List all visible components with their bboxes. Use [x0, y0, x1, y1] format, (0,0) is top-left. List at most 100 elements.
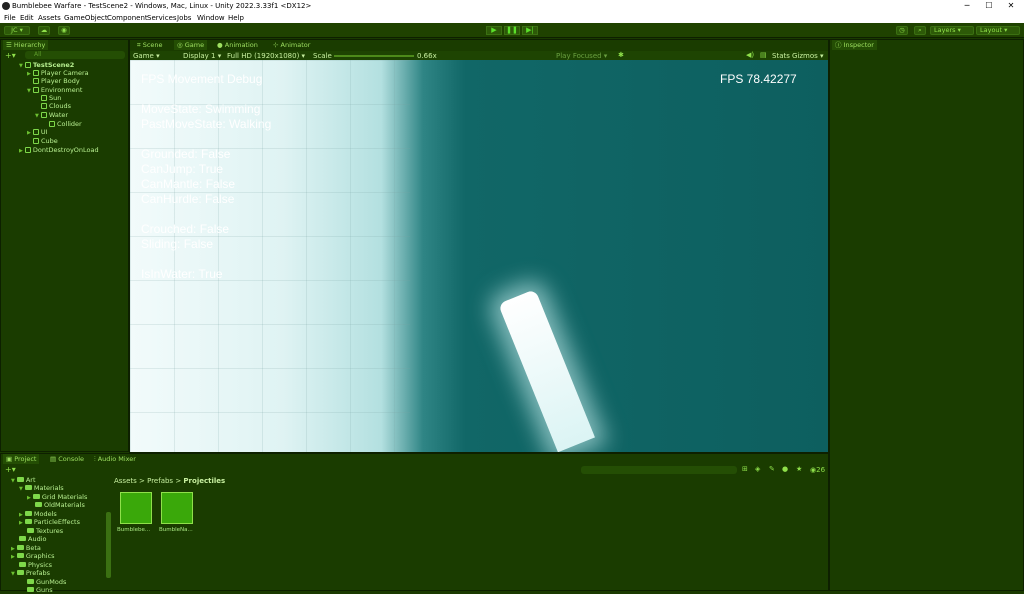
- folder-item[interactable]: ▼ Materials: [19, 484, 64, 492]
- prefab-asset[interactable]: [161, 492, 193, 524]
- audio-icon[interactable]: ◀): [746, 51, 754, 59]
- unity-logo-icon: [2, 2, 10, 10]
- cube-icon: [32, 129, 39, 135]
- game-view[interactable]: FPS Movement Debug FPS 78.42277 MoveStat…: [130, 60, 828, 452]
- prefab-asset[interactable]: [120, 492, 152, 524]
- folder-icon: [24, 485, 32, 490]
- hierarchy-item[interactable]: ▶ Player Camera: [27, 69, 89, 77]
- folder-icon: [32, 494, 40, 499]
- folder-item[interactable]: ▶ Grid Materials: [27, 493, 87, 501]
- game-mode-dropdown[interactable]: Game ▾: [133, 52, 160, 60]
- search-icon[interactable]: ⌕: [914, 26, 926, 35]
- hierarchy-item[interactable]: Sun: [41, 94, 61, 102]
- main-toolbar: JC ▾ ☁ ◉ ▶ ❚❚ ▶| ◷ ⌕ Layers ▾ Layout ▾: [0, 23, 1024, 38]
- play-button[interactable]: ▶: [486, 26, 502, 35]
- folder-icon: [16, 477, 24, 482]
- hierarchy-search[interactable]: All: [25, 51, 125, 59]
- scale-slider[interactable]: [334, 55, 414, 57]
- stats-button[interactable]: Stats: [772, 52, 790, 60]
- menu-file[interactable]: File: [4, 14, 16, 22]
- tab-animator[interactable]: ⊹ Animator: [270, 40, 313, 50]
- folder-item[interactable]: ▶ ParticleEffects: [19, 518, 80, 526]
- debug-header: FPS Movement Debug: [141, 72, 263, 86]
- tab-audio-mixer[interactable]: ⫶ Audio Mixer: [91, 454, 139, 464]
- pause-button[interactable]: ❚❚: [504, 26, 520, 35]
- menu-jobs[interactable]: Jobs: [177, 14, 191, 22]
- hierarchy-item[interactable]: Player Body: [33, 77, 80, 85]
- folder-item[interactable]: ▶ Graphics: [11, 552, 55, 560]
- tab-hierarchy[interactable]: ☰ Hierarchy: [3, 40, 49, 50]
- hierarchy-item[interactable]: ▼ Water: [35, 111, 68, 119]
- fps-counter: FPS 78.42277: [720, 72, 797, 86]
- menu-bar: File Edit Assets GameObject Component Se…: [0, 12, 1024, 23]
- tab-game[interactable]: ◎ Game: [174, 40, 208, 50]
- breadcrumb-projectiles[interactable]: Projectiles: [183, 477, 225, 485]
- filter-icon[interactable]: ⊞: [742, 465, 748, 473]
- close-button[interactable]: ✕: [1000, 0, 1022, 12]
- step-button[interactable]: ▶|: [522, 26, 538, 35]
- menu-assets[interactable]: Assets: [38, 14, 61, 22]
- folder-item[interactable]: ▼ Prefabs: [11, 569, 50, 577]
- resolution-dropdown[interactable]: Full HD (1920x1080) ▾: [227, 52, 305, 60]
- bug-icon[interactable]: ✱: [618, 51, 624, 59]
- minimize-button[interactable]: ─: [956, 0, 978, 12]
- tab-animation[interactable]: ● Animation: [214, 40, 261, 50]
- folder-item[interactable]: ▶ Beta: [11, 544, 41, 552]
- scale-label: Scale: [313, 52, 332, 60]
- menu-services[interactable]: Services: [147, 14, 177, 22]
- star-icon[interactable]: ★: [796, 465, 802, 473]
- account-dropdown[interactable]: JC ▾: [4, 26, 30, 35]
- folder-item[interactable]: ▼ Art: [11, 476, 36, 484]
- folder-item[interactable]: ▶ Models: [19, 510, 57, 518]
- menu-component[interactable]: Component: [107, 14, 148, 22]
- tree-scrollbar[interactable]: [106, 512, 111, 578]
- collab-icon[interactable]: ◉: [58, 26, 70, 35]
- folder-item[interactable]: Guns: [27, 586, 53, 594]
- menu-window[interactable]: Window: [197, 14, 225, 22]
- folder-icon: [27, 579, 34, 584]
- tab-project[interactable]: ▣ Project: [3, 454, 40, 464]
- menu-help[interactable]: Help: [228, 14, 244, 22]
- add-icon[interactable]: +▾: [5, 51, 16, 60]
- debug-line: Sliding: False: [141, 237, 214, 251]
- hierarchy-item[interactable]: Cube: [33, 137, 58, 145]
- folder-item[interactable]: Audio: [19, 535, 46, 543]
- cube-icon: [41, 103, 47, 109]
- hierarchy-item[interactable]: ▼ Environment: [27, 86, 82, 94]
- project-search[interactable]: [581, 466, 737, 474]
- tab-scene[interactable]: ⌗ Scene: [134, 40, 166, 50]
- layers-dropdown[interactable]: Layers ▾: [930, 26, 974, 35]
- maximize-button[interactable]: ☐: [978, 0, 1000, 12]
- display-dropdown[interactable]: Display 1 ▾: [183, 52, 221, 60]
- unity-scene-icon: [24, 147, 31, 153]
- breadcrumb-assets[interactable]: Assets: [114, 477, 137, 485]
- gizmos-dropdown[interactable]: Gizmos ▾: [792, 52, 824, 60]
- folder-icon: [19, 562, 26, 567]
- scene-item[interactable]: ▶ DontDestroyOnLoad: [19, 146, 99, 154]
- hierarchy-item[interactable]: ▶ UI: [27, 128, 48, 136]
- hierarchy-item[interactable]: Collider: [49, 120, 82, 128]
- scale-value: 0.66x: [417, 52, 437, 60]
- layout-dropdown[interactable]: Layout ▾: [976, 26, 1020, 35]
- favorite-icon[interactable]: ✎: [769, 465, 775, 473]
- folder-icon: [27, 528, 34, 533]
- folder-item[interactable]: Textures: [27, 527, 63, 535]
- folder-item[interactable]: OldMaterials: [35, 501, 85, 509]
- create-icon[interactable]: +▾: [5, 465, 16, 474]
- debug-line: PastMoveState: Walking: [141, 117, 272, 131]
- tab-inspector[interactable]: ⓘ Inspector: [832, 40, 877, 50]
- cube-icon: [40, 112, 47, 118]
- play-focused-dropdown[interactable]: Play Focused ▾: [556, 52, 607, 60]
- menu-gameobject[interactable]: GameObject: [64, 14, 108, 22]
- label-icon[interactable]: ◈: [755, 465, 760, 473]
- menu-edit[interactable]: Edit: [20, 14, 34, 22]
- hierarchy-item[interactable]: Clouds: [41, 102, 71, 110]
- tab-console[interactable]: ▤ Console: [47, 454, 87, 464]
- breadcrumb-prefabs[interactable]: Prefabs: [147, 477, 173, 485]
- scene-item[interactable]: ▼ TestScene2: [19, 61, 74, 69]
- folder-item[interactable]: GunMods: [27, 578, 66, 586]
- cloud-icon[interactable]: ☁: [38, 26, 50, 35]
- info-icon[interactable]: ●: [782, 465, 788, 473]
- history-icon[interactable]: ◷: [896, 26, 908, 35]
- folder-item[interactable]: Physics: [19, 561, 52, 569]
